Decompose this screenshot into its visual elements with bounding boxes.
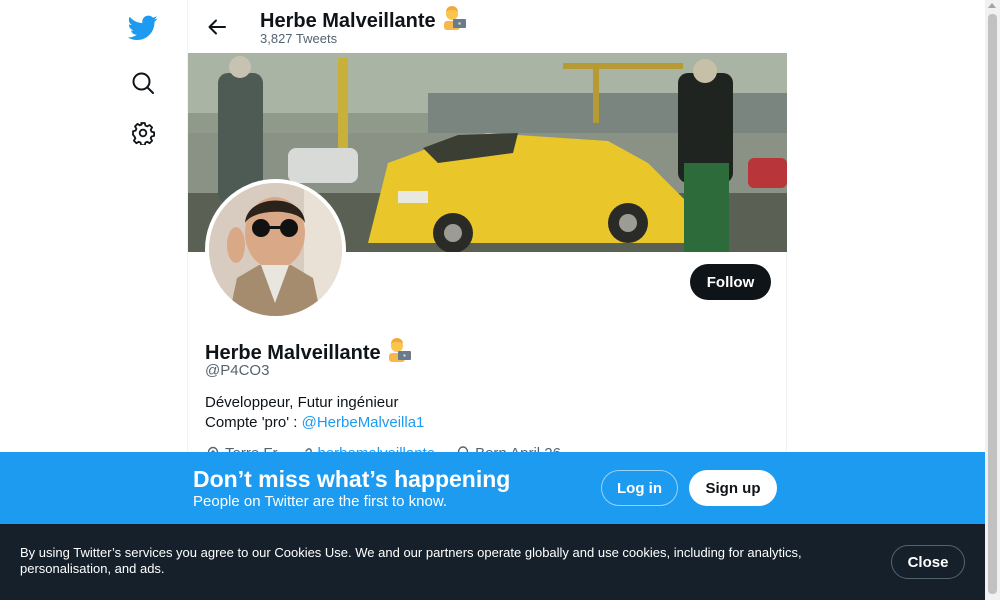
scrollbar[interactable] <box>985 0 1000 600</box>
profile-header-bar: Herbe Malveillante 3,827 Tweets <box>188 0 788 53</box>
twitter-logo-icon[interactable] <box>118 3 168 53</box>
search-icon[interactable] <box>118 58 168 108</box>
profile-handle: @P4CO3 <box>205 362 270 379</box>
twitter-profile-page: Herbe Malveillante 3,827 Tweets Follow H… <box>0 0 1000 600</box>
signup-prompt-bar: Don’t miss what’s happening People on Tw… <box>0 452 985 524</box>
header-title-text: Herbe Malveillante <box>260 10 436 32</box>
bio-mention-link[interactable]: @HerbeMalveilla1 <box>302 414 425 431</box>
technologist-emoji-icon <box>387 338 413 368</box>
settings-gear-icon[interactable] <box>118 108 168 158</box>
follow-button[interactable]: Follow <box>690 264 771 300</box>
cta-subtitle: People on Twitter are the first to know. <box>193 493 448 510</box>
scrollbar-thumb[interactable] <box>988 14 997 594</box>
cookie-text: By using Twitter’s services you agree to… <box>20 545 802 576</box>
login-button[interactable]: Log in <box>601 470 678 506</box>
cookie-close-button[interactable]: Close <box>891 545 965 579</box>
profile-avatar[interactable] <box>205 179 346 320</box>
bio-prefix: Compte 'pro' : <box>205 414 302 431</box>
back-arrow-icon[interactable] <box>200 10 234 44</box>
bio-line-1: Développeur, Futur ingénieur <box>205 394 399 411</box>
bio-line-2: Compte 'pro' : @HerbeMalveilla1 <box>205 414 424 431</box>
tweet-count: 3,827 Tweets <box>260 31 338 46</box>
scroll-up-arrow-icon[interactable] <box>988 3 996 8</box>
technologist-emoji-icon <box>442 6 468 36</box>
cta-title: Don’t miss what’s happening <box>193 466 511 492</box>
signup-button[interactable]: Sign up <box>689 470 777 506</box>
cookie-consent-bar: By using Twitter’s services you agree to… <box>0 524 985 600</box>
profile-name-text: Herbe Malveillante <box>205 342 381 364</box>
